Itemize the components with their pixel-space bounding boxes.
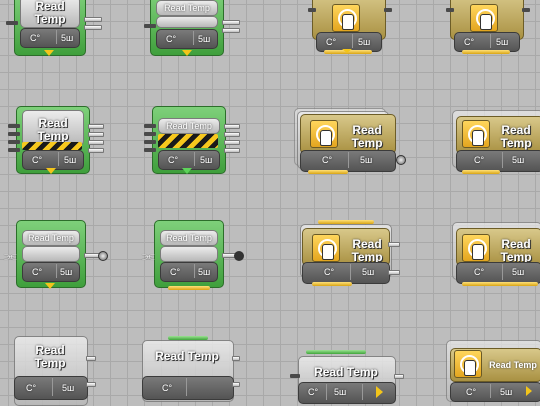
port-label: 5ш xyxy=(198,34,211,44)
input-fork-icon: ⫘ xyxy=(142,247,155,263)
title-line1: Read xyxy=(38,116,68,130)
title-line1: Read xyxy=(352,237,382,251)
title-line1: Read xyxy=(501,123,531,137)
port-label: 5ш xyxy=(362,267,375,277)
port-label: 5ш xyxy=(334,387,347,397)
unit-label: C° xyxy=(26,383,37,393)
touch-sensor-icon xyxy=(462,120,490,148)
play-triangle-icon xyxy=(526,386,532,396)
block-title: Read Temp xyxy=(314,365,378,379)
block-r2c3[interactable]: Read Temp C° 5ш xyxy=(294,108,410,178)
block-title: Read Temp xyxy=(155,349,219,363)
port-label: 5ш xyxy=(198,267,211,277)
block-r2c1[interactable]: Read Temp C° 5ш xyxy=(8,106,108,176)
block-r2c2[interactable]: Read Temp C° 5ш xyxy=(144,106,244,176)
unit-label: C° xyxy=(474,155,485,165)
block-r1c1[interactable]: Read Temp C° 5ш xyxy=(6,0,102,58)
block-r1c4[interactable]: C° 5ш xyxy=(446,0,530,58)
port-label: 5ш xyxy=(62,383,75,393)
unit-label: C° xyxy=(30,33,41,43)
play-triangle-icon xyxy=(376,386,383,398)
unit-label: C° xyxy=(32,267,43,277)
unit-label: C° xyxy=(32,155,43,165)
port-label: 5ш xyxy=(512,155,525,165)
output-arrow-icon xyxy=(46,168,56,174)
block-r3c2[interactable]: Read Temp C° 5ш ⫘ xyxy=(140,220,246,292)
touch-sensor-icon xyxy=(462,234,490,262)
title-line2: Temp xyxy=(34,12,66,26)
touch-sensor-icon xyxy=(312,234,340,262)
title-line1: Read xyxy=(35,343,65,357)
output-arrow-icon xyxy=(45,283,55,289)
block-r4c3[interactable]: Read Temp C° 5ш xyxy=(290,350,410,404)
block-r1c2[interactable]: Read Temp C° 5ш xyxy=(144,0,240,58)
block-r3c4[interactable]: Read Temp C° 5ш xyxy=(450,220,540,292)
touch-sensor-icon xyxy=(332,4,360,32)
output-arrow-icon xyxy=(342,49,352,53)
input-fork-icon: ⫘ xyxy=(4,247,17,263)
unit-label: C° xyxy=(322,155,333,165)
block-r3c1[interactable]: Read Temp C° 5ш ⫘ xyxy=(2,220,108,292)
unit-label: C° xyxy=(162,383,173,393)
block-r2c4[interactable]: Read Temp C° 5ш xyxy=(448,108,540,178)
output-arrow-icon xyxy=(182,168,192,174)
block-title: Read Temp xyxy=(166,121,212,131)
unit-label: C° xyxy=(168,155,179,165)
hazard-stripe-icon xyxy=(22,142,82,150)
touch-sensor-icon xyxy=(454,350,482,378)
unit-label: C° xyxy=(466,387,477,397)
output-arrow-icon xyxy=(182,50,192,56)
block-title: Read Temp xyxy=(164,3,210,13)
title-line2: Temp xyxy=(500,136,532,150)
output-arrow-icon xyxy=(44,50,54,56)
port-label: 5ш xyxy=(200,155,213,165)
block-r4c1[interactable]: Read Temp C° 5ш xyxy=(12,336,98,406)
port-label: 5ш xyxy=(496,37,509,47)
title-line2: Temp xyxy=(351,136,383,150)
unit-label: C° xyxy=(324,267,335,277)
touch-sensor-icon xyxy=(470,4,498,32)
title-line2: Temp xyxy=(34,356,66,370)
port-label: 5ш xyxy=(61,33,74,43)
unit-label: C° xyxy=(474,267,485,277)
touch-sensor-icon xyxy=(310,120,338,148)
block-r3c3[interactable]: Read Temp C° 5ш xyxy=(298,220,402,292)
unit-label: C° xyxy=(170,267,181,277)
port-label: 5ш xyxy=(60,267,73,277)
unit-label: C° xyxy=(308,387,319,397)
unit-label: C° xyxy=(464,37,475,47)
title-line1: Read xyxy=(352,123,382,137)
block-title: Read Temp xyxy=(489,360,537,370)
port-label: 5ш xyxy=(360,155,373,165)
block-title: Read Temp xyxy=(28,233,74,243)
port-label: 5ш xyxy=(500,387,513,397)
block-r4c2[interactable]: Read Temp C° xyxy=(140,336,240,402)
unit-label: C° xyxy=(326,37,337,47)
hazard-stripe-icon xyxy=(158,134,218,148)
block-r1c3[interactable]: C° 5ш xyxy=(308,0,392,58)
block-title: Read Temp xyxy=(166,233,212,243)
port-label: 5ш xyxy=(512,267,525,277)
title-line1: Read xyxy=(501,237,531,251)
port-label: 5ш xyxy=(358,37,371,47)
title-line2: Temp xyxy=(37,129,69,143)
unit-label: C° xyxy=(166,34,177,44)
block-r4c4[interactable]: Read Temp C° 5ш xyxy=(446,340,540,402)
port-label: 5ш xyxy=(64,155,77,165)
